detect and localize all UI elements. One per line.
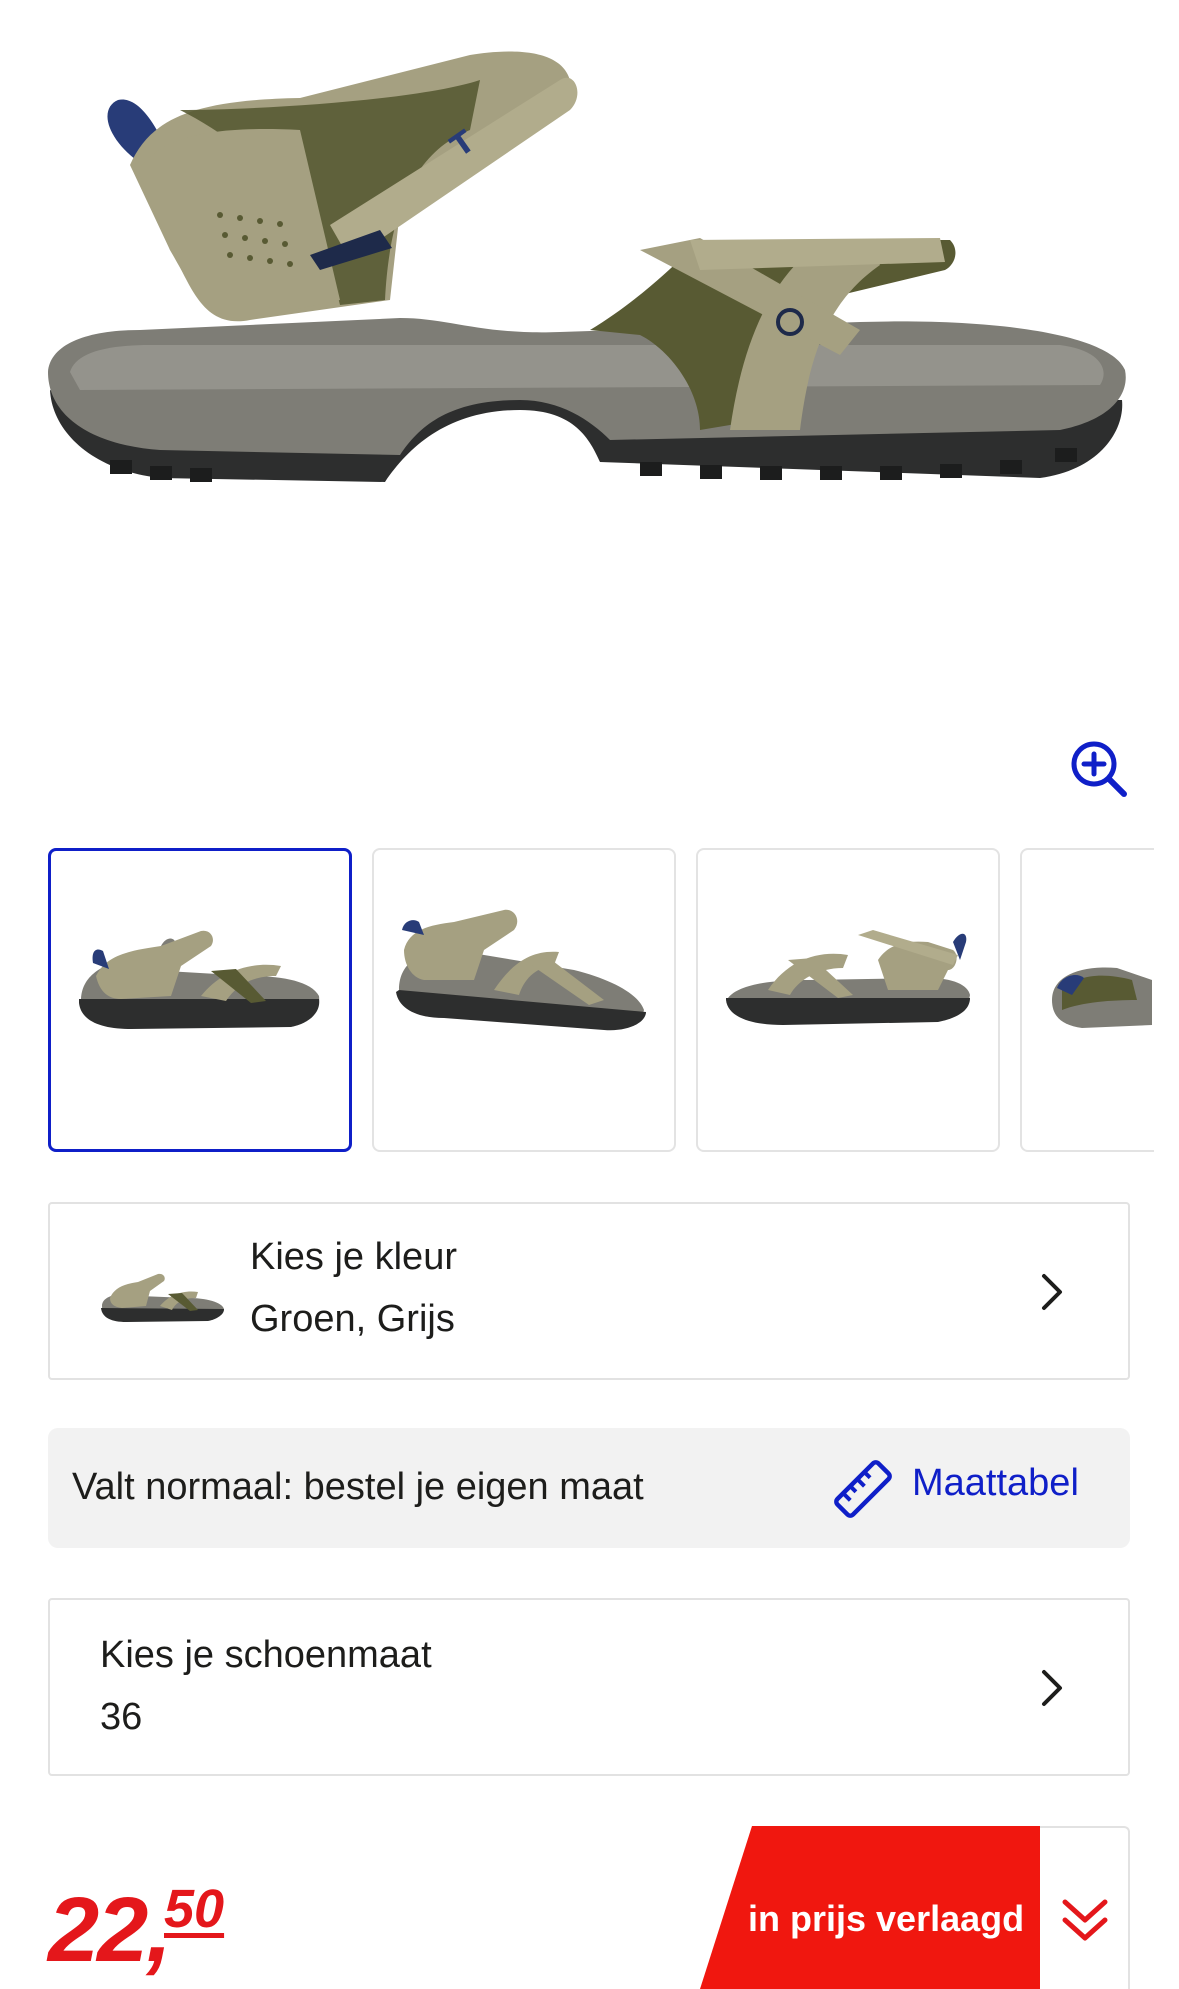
color-selector-label: Kies je kleur [250, 1236, 457, 1278]
shoe-size-selector[interactable]: Kies je schoenmaat 36 [48, 1598, 1130, 1776]
zoom-in-button[interactable] [1068, 738, 1132, 802]
double-chevron-down-icon [1062, 1899, 1108, 1941]
size-selector-value: 36 [100, 1696, 143, 1738]
fit-info: Valt normaal: bestel je eigen maat Maatt… [48, 1428, 1130, 1548]
sandal-detail-thumbnail [1052, 967, 1152, 1028]
thumbnail-4[interactable] [1020, 848, 1154, 1152]
price-whole: 22, [48, 1879, 172, 1981]
thumbnail-2[interactable] [372, 848, 676, 1152]
color-selector-value: Groen, Grijs [250, 1298, 455, 1340]
chevron-right-icon [1042, 1274, 1062, 1310]
fit-advice-text: Valt normaal: bestel je eigen maat [72, 1466, 644, 1508]
color-selector[interactable]: Kies je kleur Groen, Grijs [48, 1202, 1130, 1380]
price-reduced-label: in prijs verlaagd [748, 1898, 1025, 1939]
size-selector-label: Kies je schoenmaat [100, 1634, 432, 1676]
promo-expand-button[interactable] [1040, 1826, 1130, 1989]
size-chart-link[interactable]: Maattabel [912, 1462, 1079, 1505]
product-main-image[interactable]: T [0, 0, 1179, 560]
sandal-angle-thumbnail [396, 909, 646, 1031]
price-cents: 50 [164, 1879, 225, 1939]
product-price: 22, 50 [48, 1878, 224, 1983]
thumbnail-1[interactable] [48, 848, 352, 1152]
thumbnail-carousel[interactable] [48, 848, 1154, 1154]
color-swatch-thumbnail [101, 1273, 224, 1322]
sandal-inner-side-thumbnail [726, 930, 970, 1025]
price-reduced-badge[interactable]: in prijs verlaagd [700, 1826, 1130, 1989]
zoom-in-icon [1071, 741, 1127, 797]
thumbnail-3[interactable] [696, 848, 1000, 1152]
ruler-icon[interactable] [832, 1458, 894, 1520]
chevron-right-icon [1042, 1670, 1062, 1706]
sandal-side-thumbnail [79, 930, 320, 1029]
